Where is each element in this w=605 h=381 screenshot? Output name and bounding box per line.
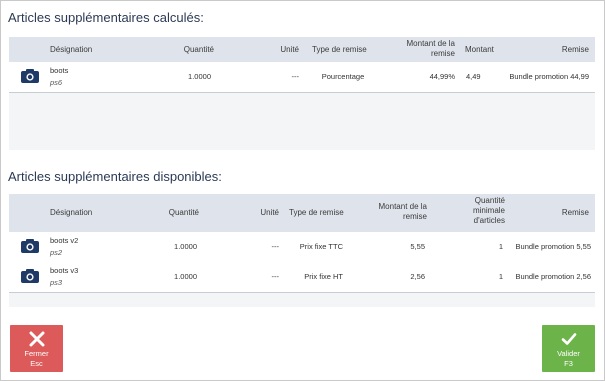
item-unite: --- [271, 242, 280, 251]
available-table: Désignation Quantité Unité Type de remis… [9, 194, 595, 307]
item-unite: --- [271, 272, 280, 281]
available-section-title: Articles supplémentaires disponibles: [8, 169, 222, 184]
item-name: boots v3 [50, 266, 79, 275]
validate-button[interactable]: Valider F3 [542, 325, 595, 372]
col-type-remise: Type de remise [312, 45, 367, 54]
col-type-remise: Type de remise [289, 208, 344, 217]
col-unite: Unité [280, 45, 299, 54]
checkmark-icon [561, 333, 576, 345]
item-quantite-minimale: 1 [498, 272, 503, 281]
item-name: boots v2 [50, 236, 79, 245]
available-table-header: Désignation Quantité Unité Type de remis… [9, 194, 595, 232]
item-name: boots [50, 66, 69, 75]
item-montant-remise: 2,56 [410, 272, 425, 281]
item-quantite-minimale: 1 [498, 242, 503, 251]
camera-icon [21, 69, 39, 83]
col-designation: Désignation [50, 208, 93, 217]
item-montant-remise: 5,55 [410, 242, 425, 251]
close-button-label: Fermer [24, 349, 49, 358]
col-quantite-minimale: Quantité minimale d'articles [472, 196, 505, 225]
table-row[interactable]: boots v3 ps3 1.0000 --- Prix fixe HT 2,5… [9, 262, 595, 293]
item-type-remise: Prix fixe HT [304, 272, 343, 281]
calculated-table-header: Désignation Quantité Unité Type de remis… [9, 37, 595, 62]
item-quantite: 1.0000 [188, 72, 211, 81]
table-row[interactable]: boots v2 ps2 1.0000 --- Prix fixe TTC 5,… [9, 232, 595, 263]
col-remise: Remise [561, 208, 589, 217]
item-remise: Bundle promotion 5,55 [515, 242, 591, 251]
calculated-section-title: Articles supplémentaires calculés: [8, 10, 204, 25]
item-code: ps2 [50, 248, 63, 257]
camera-icon [21, 269, 39, 283]
item-type-remise: Prix fixe TTC [299, 242, 343, 251]
item-quantite: 1.0000 [174, 242, 197, 251]
item-code: ps3 [50, 278, 63, 287]
item-montant: 4,49 [466, 72, 481, 81]
col-montant-remise: Montant de la remise [406, 39, 455, 58]
item-montant-remise: 44,99% [429, 72, 455, 81]
item-unite: --- [291, 72, 300, 81]
col-remise: Remise [561, 45, 589, 54]
col-unite: Unité [260, 208, 279, 217]
col-quantite: Quantité [168, 208, 199, 217]
item-type-remise: Pourcentage [321, 72, 365, 81]
item-code: ps6 [50, 78, 63, 87]
table-row[interactable]: boots ps6 1.0000 --- Pourcentage 44,99% … [9, 62, 595, 93]
item-remise: Bundle promotion 44,99 [509, 72, 589, 81]
close-button[interactable]: Fermer Esc [10, 325, 63, 372]
col-montant-remise: Montant de la remise [378, 202, 427, 221]
item-remise: Bundle promotion 2,56 [515, 272, 591, 281]
item-quantite: 1.0000 [174, 272, 197, 281]
col-designation: Désignation [50, 45, 93, 54]
validate-button-label: Valider [557, 349, 580, 358]
col-quantite: Quantité [183, 45, 214, 54]
col-montant: Montant [465, 45, 494, 54]
camera-icon [21, 239, 39, 253]
close-button-shortcut: Esc [30, 359, 43, 368]
close-icon [29, 331, 44, 347]
validate-button-shortcut: F3 [564, 359, 573, 368]
calculated-table: Désignation Quantité Unité Type de remis… [9, 37, 595, 150]
